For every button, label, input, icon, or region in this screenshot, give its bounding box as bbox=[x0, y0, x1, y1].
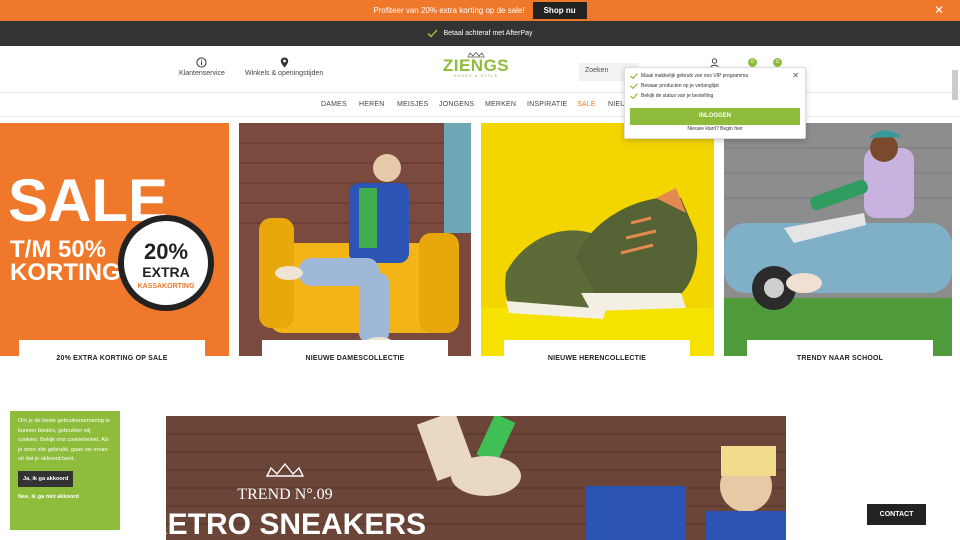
men-collection-tile[interactable] bbox=[481, 123, 714, 356]
trend-banner[interactable]: TREND N°.09 RETRO SNEAKERS bbox=[166, 416, 786, 540]
tile-caption[interactable]: NIEUWE HERENCOLLECTIE bbox=[504, 340, 690, 368]
wishlist-count-badge: 0 bbox=[748, 58, 757, 67]
women-photo bbox=[239, 123, 471, 356]
nav-item-heren[interactable]: HEREN bbox=[359, 101, 385, 108]
checkmark-icon bbox=[630, 93, 638, 99]
banner-photo: TREND N°.09 RETRO SNEAKERS bbox=[166, 416, 786, 540]
trend-title: RETRO SNEAKERS bbox=[166, 508, 426, 540]
cookie-notice: Om je de beste gebruikerservaring te kun… bbox=[10, 411, 120, 530]
nav-item-nieuw[interactable]: NIEU bbox=[608, 101, 626, 108]
promo-bar: Profiteer van 20% extra korting op de sa… bbox=[0, 0, 960, 21]
logo-wordmark: ZIENGS bbox=[442, 56, 510, 75]
benefit-item: Bewaar producten op je verlanglijst bbox=[630, 83, 719, 89]
register-link[interactable]: Nieuwe klant? Begin hier bbox=[625, 126, 805, 132]
shop-now-button[interactable]: Shop nu bbox=[532, 2, 587, 19]
men-photo bbox=[481, 123, 714, 356]
info-icon bbox=[196, 57, 208, 68]
main-navigation: DAMES HEREN MEISJES JONGENS MERKEN INSPI… bbox=[0, 93, 960, 117]
close-promo-icon[interactable]: ✕ bbox=[934, 4, 944, 16]
kids-collection-tile[interactable] bbox=[724, 123, 952, 356]
trend-label: TREND N°.09 bbox=[237, 486, 332, 503]
benefit-text: Maak makkelijk gebruik van ons VIP progr… bbox=[641, 73, 749, 79]
nav-item-merken[interactable]: MERKEN bbox=[485, 101, 516, 108]
cart-count-badge: 0 bbox=[773, 58, 782, 67]
tile-caption[interactable]: 20% EXTRA KORTING OP SALE bbox=[19, 340, 205, 368]
customer-service-label: Klantenservice bbox=[179, 70, 225, 77]
cookie-decline-link[interactable]: Nee, ik ga niet akkoord bbox=[18, 493, 112, 503]
customer-service-link[interactable]: Klantenservice bbox=[179, 57, 225, 77]
checkmark-icon bbox=[630, 73, 638, 79]
contact-button[interactable]: CONTACT bbox=[867, 504, 926, 525]
nav-item-inspiratie[interactable]: INSPIRATIE bbox=[527, 101, 567, 108]
nav-item-sale[interactable]: SALE bbox=[577, 101, 596, 108]
badge-percentage: 20% bbox=[144, 239, 188, 264]
nav-item-jongens[interactable]: JONGENS bbox=[439, 101, 474, 108]
scrollbar-thumb[interactable] bbox=[952, 70, 958, 100]
location-pin-icon bbox=[280, 57, 288, 68]
checkmark-icon bbox=[630, 83, 638, 89]
tile-caption[interactable]: TRENDY NAAR SCHOOL bbox=[747, 340, 933, 368]
usp-text: Betaal achteraf met AfterPay bbox=[443, 30, 533, 37]
benefit-item: Bekijk de status van je bestelling bbox=[630, 93, 713, 99]
login-button[interactable]: INLOGGEN bbox=[630, 108, 800, 125]
close-popup-icon[interactable]: ✕ bbox=[792, 71, 799, 80]
login-popup: ✕ Maak makkelijk gebruik van ons VIP pro… bbox=[624, 67, 806, 139]
women-collection-tile[interactable] bbox=[239, 123, 471, 356]
sale-line-2: KORTING bbox=[10, 259, 121, 286]
kids-photo bbox=[724, 123, 952, 356]
site-header: Klantenservice Winkels & openingstijden … bbox=[0, 46, 960, 93]
ziengs-logo[interactable]: ZIENGS SHOES & STYLE bbox=[441, 52, 511, 78]
sale-tile[interactable]: SALE T/M 50% KORTING 20% EXTRA KASSAKORT… bbox=[0, 123, 229, 356]
stores-label: Winkels & openingstijden bbox=[245, 70, 324, 77]
promo-text: Profiteer van 20% extra korting op de sa… bbox=[373, 6, 525, 15]
benefit-text: Bewaar producten op je verlanglijst bbox=[641, 83, 719, 89]
sale-graphic: SALE T/M 50% KORTING 20% EXTRA KASSAKORT… bbox=[8, 167, 214, 311]
badge-extra: EXTRA bbox=[142, 264, 189, 280]
tile-caption[interactable]: NIEUWE DAMESCOLLECTIE bbox=[262, 340, 448, 368]
cookie-text: Om je de beste gebruikerservaring te kun… bbox=[18, 418, 111, 463]
nav-item-dames[interactable]: DAMES bbox=[321, 101, 347, 108]
usp-bar: Betaal achteraf met AfterPay bbox=[0, 21, 960, 46]
stores-link[interactable]: Winkels & openingstijden bbox=[245, 57, 323, 77]
nav-item-meisjes[interactable]: MEISJES bbox=[397, 101, 428, 108]
benefit-text: Bekijk de status van je bestelling bbox=[641, 93, 714, 99]
badge-sub: KASSAKORTING bbox=[138, 283, 195, 290]
cookie-accept-button[interactable]: Ja, ik ga akkoord bbox=[18, 470, 74, 487]
checkmark-icon bbox=[427, 29, 439, 38]
benefit-item: Maak makkelijk gebruik van ons VIP progr… bbox=[630, 73, 748, 79]
